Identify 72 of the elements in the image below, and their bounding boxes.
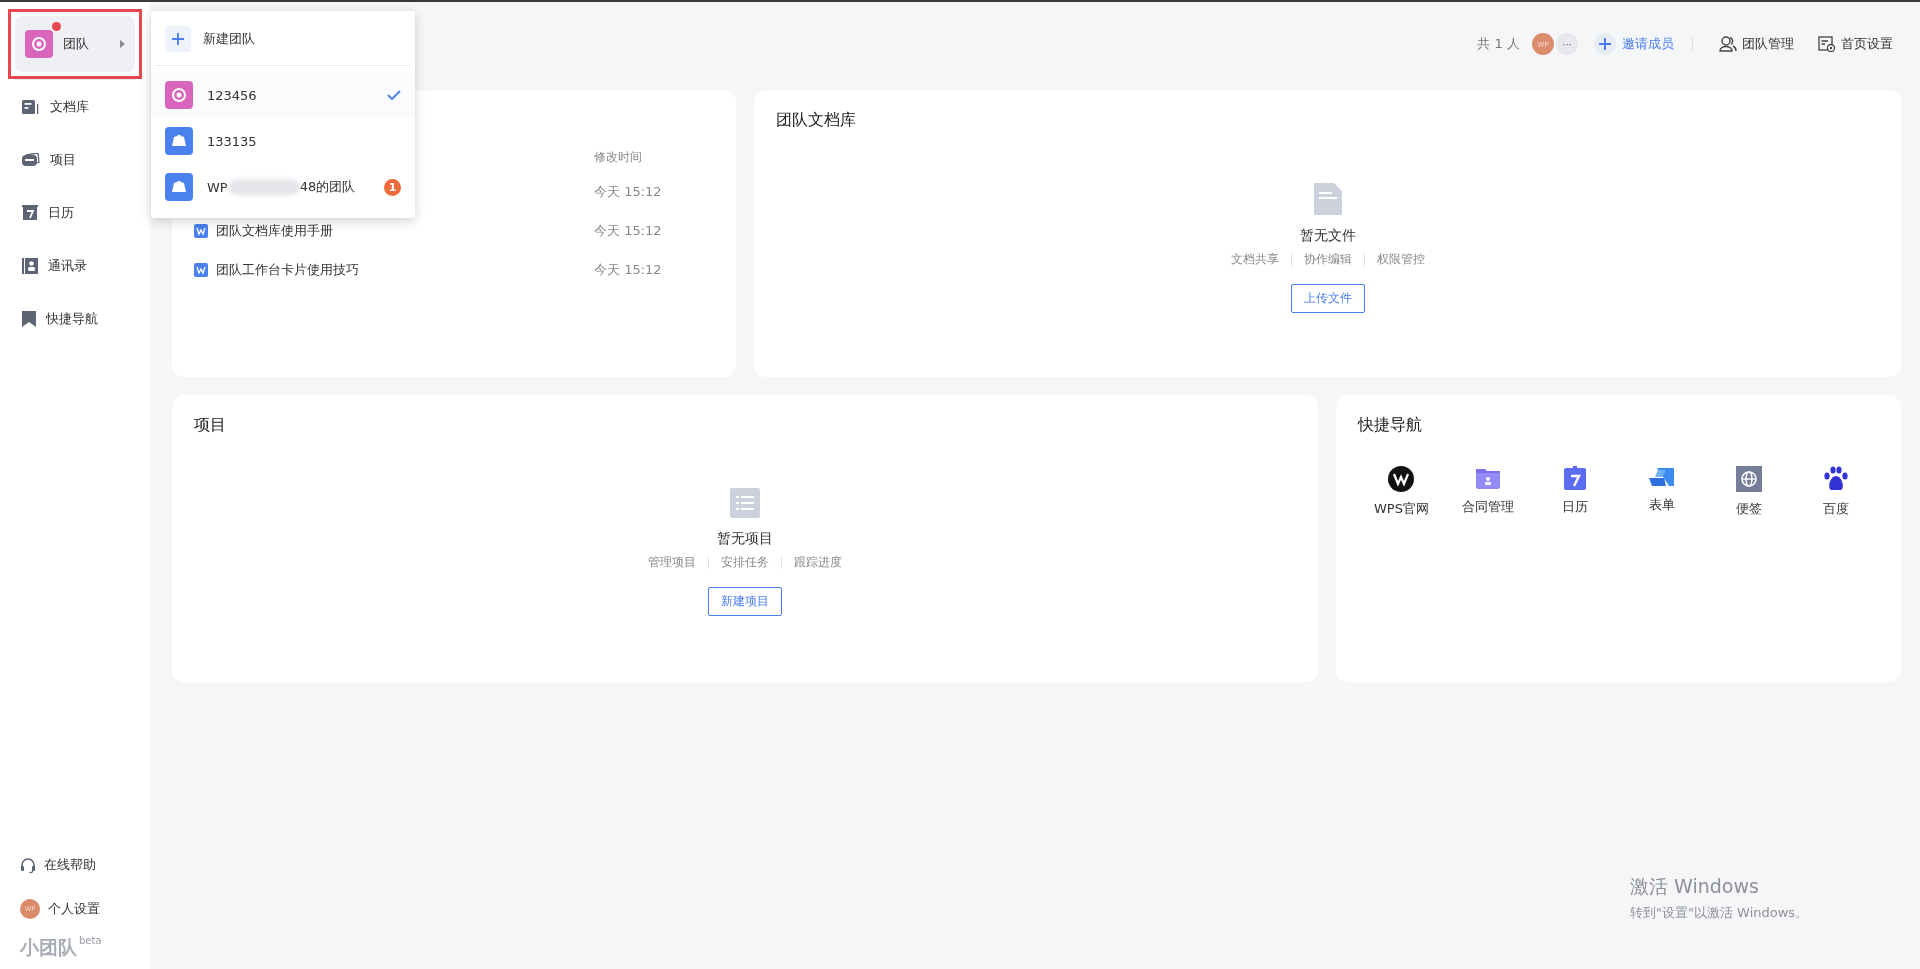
team-item[interactable]: 123456 [151, 72, 415, 118]
w-logo-icon [1388, 466, 1415, 492]
card-title: 团队文档库 [776, 110, 857, 131]
activation-title: 激活 Windows [1630, 874, 1760, 899]
team-item[interactable]: 133135 [151, 118, 415, 164]
sidebar-item[interactable]: 快捷导航 [0, 292, 150, 345]
team-name: 133135 [207, 133, 258, 149]
home-settings-button[interactable]: 首页设置 [1810, 35, 1901, 53]
team-name: 123456 [207, 87, 258, 103]
sidebar-item[interactable]: 项目 [0, 133, 150, 186]
beta-tag: beta [79, 935, 102, 946]
calendar-icon [22, 204, 38, 221]
shortcut[interactable]: 合同管理 [1444, 466, 1532, 518]
globe-icon [1735, 466, 1762, 492]
word-doc-icon [194, 223, 208, 238]
feature-label: 文档共享 [1230, 251, 1279, 268]
new-team-item[interactable]: 新建团队 [151, 19, 415, 59]
sidebar-item[interactable]: 文档库 [0, 80, 150, 133]
empty-message: 暂无项目 [717, 530, 773, 548]
shortcut[interactable]: 表单 [1618, 466, 1706, 518]
column-header: 修改时间 [594, 148, 643, 166]
word-doc-icon [194, 262, 208, 277]
action-button[interactable]: 上传文件 [1290, 284, 1365, 313]
document-icon [22, 98, 40, 115]
sidebar-item[interactable]: 通讯录 [0, 239, 150, 292]
card-title: 项目 [194, 415, 227, 436]
feature-label: 跟踪进度 [794, 554, 842, 571]
activation-text: 转到"设置"以激活 Windows。 [1630, 904, 1809, 922]
sidebar-item[interactable]: 日历 [0, 186, 150, 239]
calendar-icon [1564, 466, 1587, 490]
brand-name: 小团队 [20, 935, 77, 960]
shortcut[interactable]: WPS官网 [1358, 466, 1445, 518]
people-icon [1719, 36, 1737, 52]
team-manage-button[interactable]: 团队管理 [1711, 35, 1802, 53]
modified-time: 今天 15:12 [594, 221, 663, 240]
sidebar-item[interactable]: 在线帮助 [0, 843, 150, 887]
list-icon [730, 488, 760, 518]
empty-message: 暂无文件 [1299, 227, 1356, 245]
form-icon [1648, 466, 1675, 488]
shortcut[interactable]: 日历 [1531, 466, 1619, 518]
action-button[interactable]: 新建项目 [708, 587, 782, 616]
card-title: 快捷导航 [1358, 415, 1423, 436]
team-item[interactable]: WP 48的团队 1 [151, 164, 415, 210]
headset-icon [20, 857, 36, 873]
invite-button[interactable]: 邀请成员 [1594, 33, 1674, 55]
folder-icon [1475, 466, 1502, 490]
team-name: WP 48的团队 [207, 178, 357, 196]
check-icon [387, 90, 401, 100]
feature-label: 协作编辑 [1303, 251, 1352, 268]
document-link[interactable]: 团队文档库使用手册 [194, 211, 594, 250]
document-link[interactable]: 团队工作台卡片使用技巧 [194, 250, 594, 289]
feature-label: 管理项目 [648, 554, 696, 571]
modified-time: 今天 15:12 [594, 260, 663, 279]
bookmark-icon [22, 310, 36, 327]
contact-book-icon [22, 257, 38, 274]
feature-label: 安排任务 [721, 554, 769, 571]
settings-icon [1818, 36, 1836, 52]
member-count: 共 1 人 [1477, 35, 1520, 53]
more-members[interactable]: ··· [1556, 33, 1578, 55]
paw-icon [1823, 466, 1848, 492]
plus-icon [172, 33, 184, 45]
shortcut[interactable]: 百度 [1792, 466, 1879, 518]
team-ring-icon [25, 30, 53, 58]
count-badge: 1 [384, 178, 401, 196]
plus-icon [1599, 38, 1611, 50]
feature-label: 权限管控 [1376, 251, 1425, 268]
team-switcher[interactable]: 团队 [15, 16, 135, 72]
modified-time: 今天 15:12 [594, 182, 663, 201]
file-icon [1313, 183, 1342, 215]
shortcut[interactable]: 便签 [1705, 466, 1793, 518]
team-ring-icon [165, 81, 193, 109]
caret-icon [120, 40, 125, 48]
